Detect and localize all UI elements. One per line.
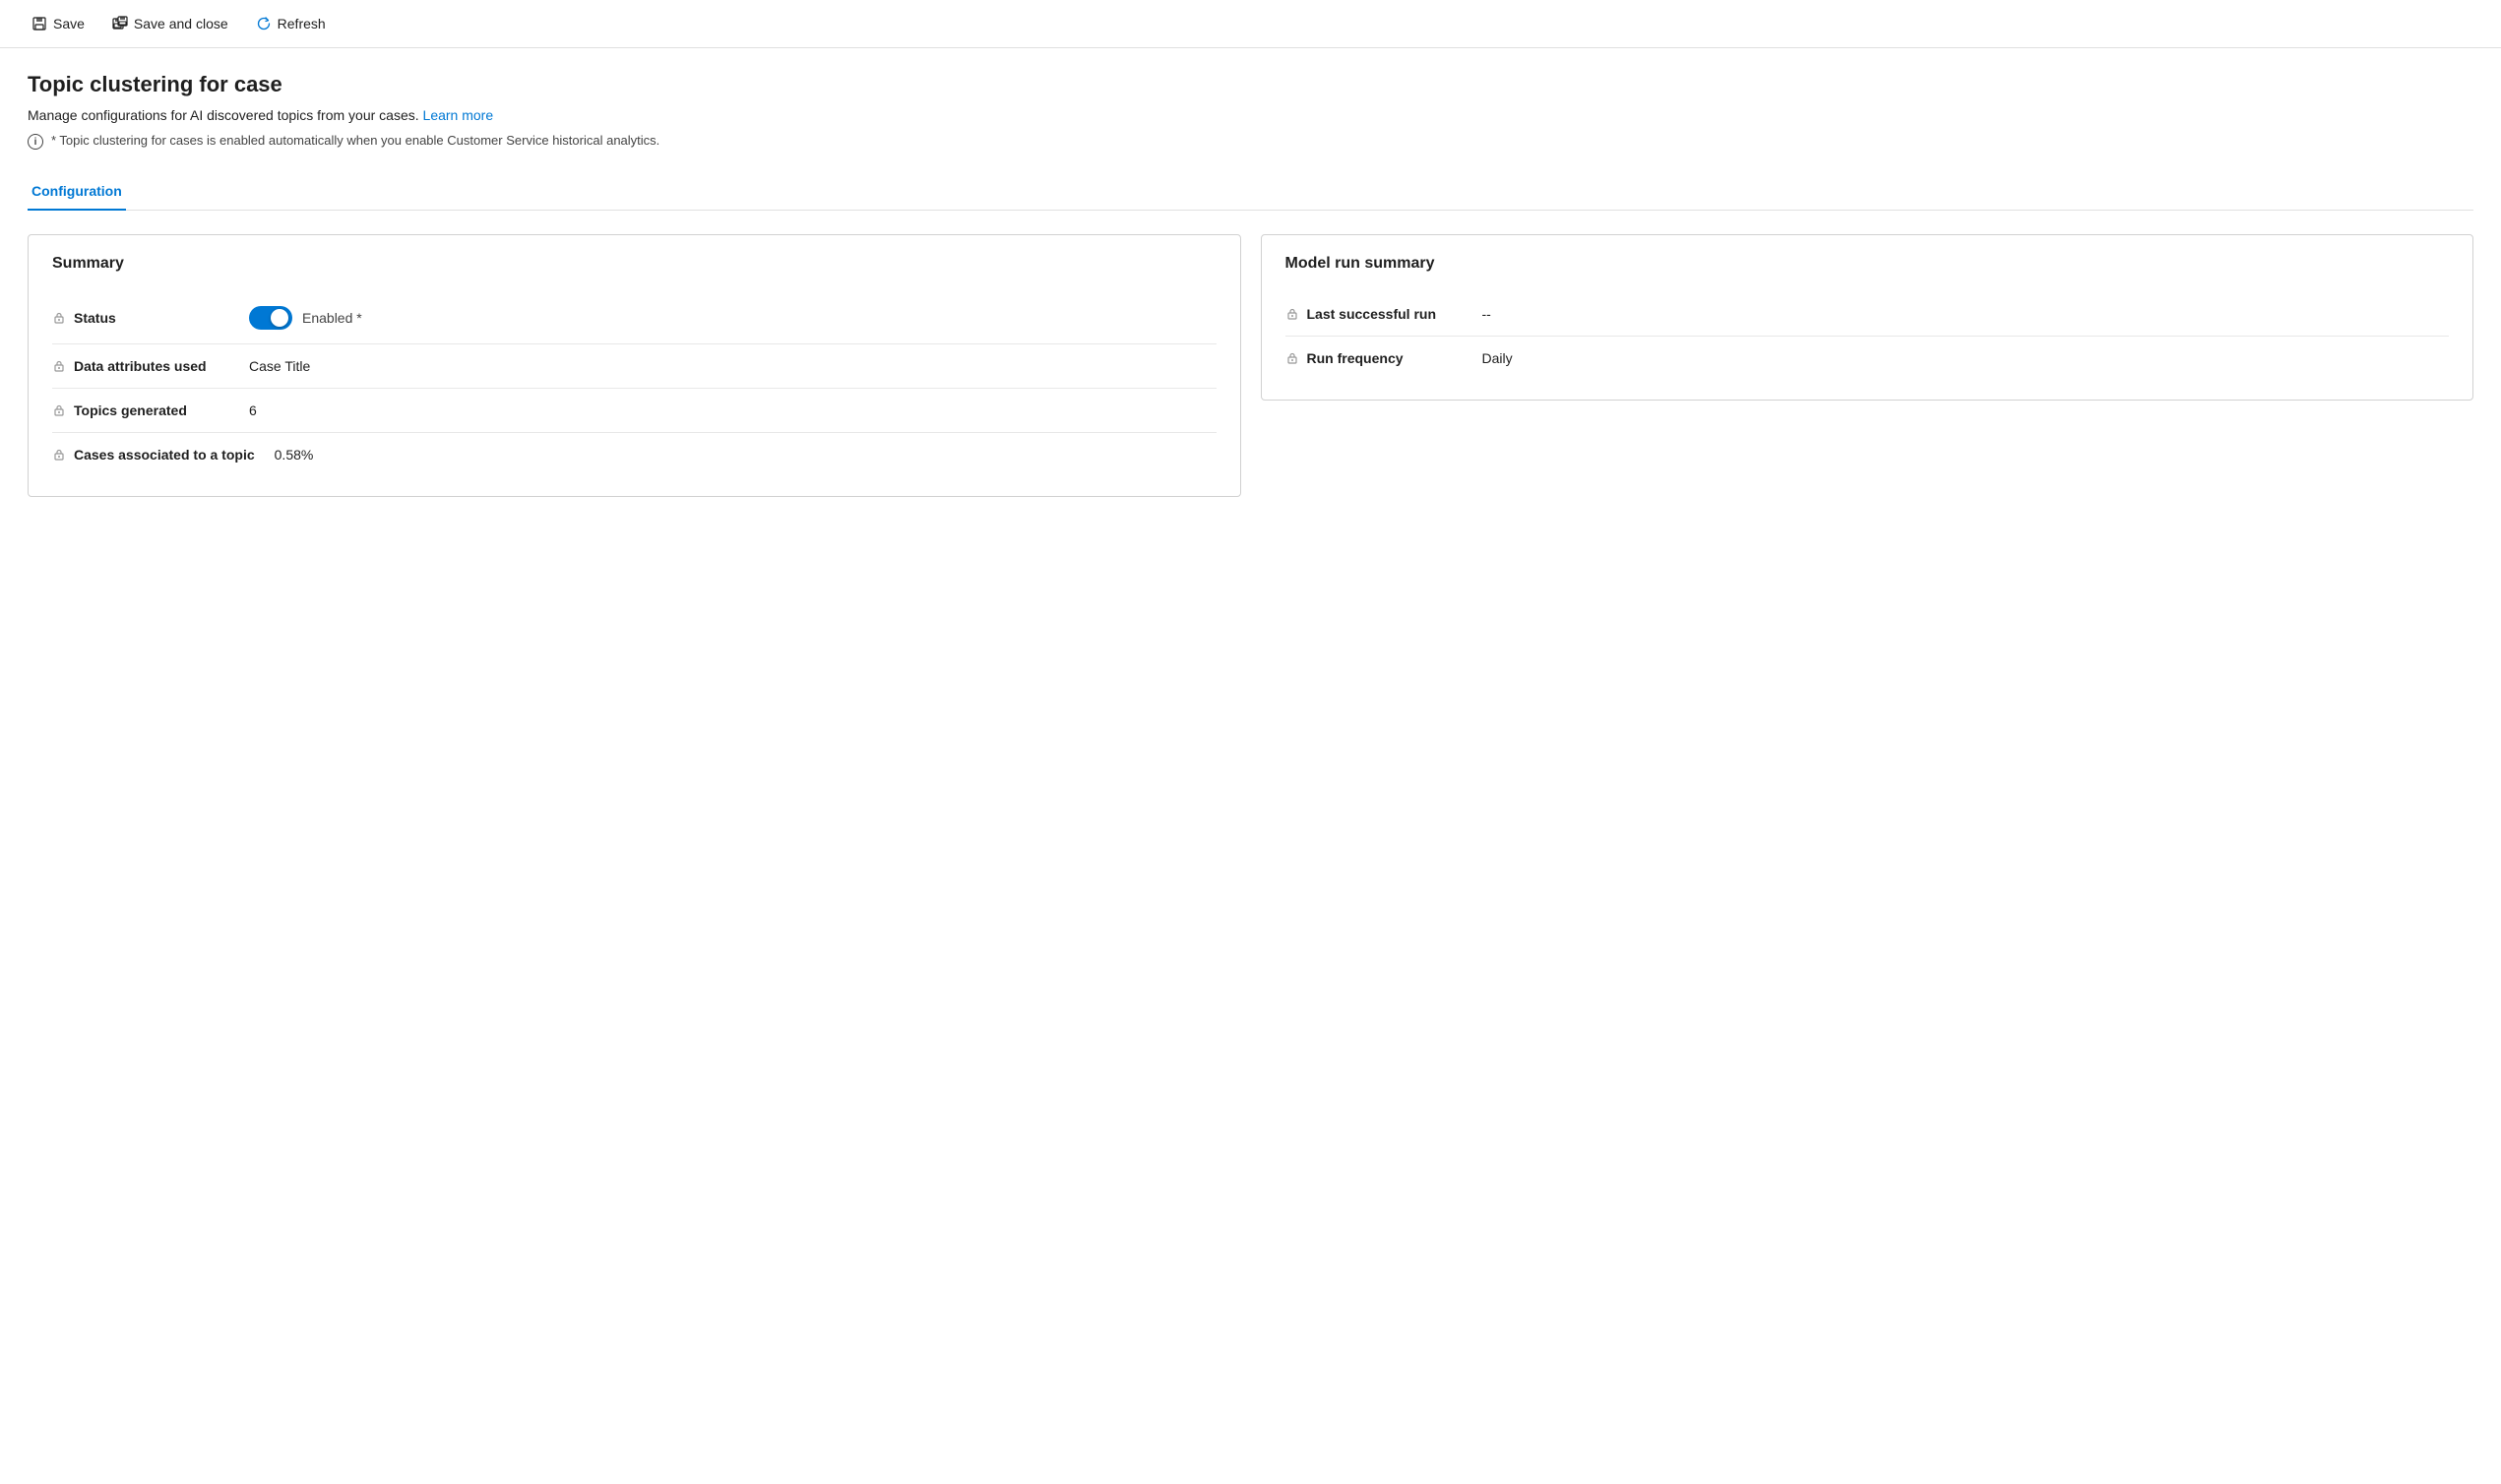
refresh-button[interactable]: Refresh	[244, 10, 338, 37]
model-run-card: Model run summary Last successful run --	[1261, 234, 2474, 401]
info-note-text: * Topic clustering for cases is enabled …	[51, 133, 659, 148]
last-run-field-label: Last successful run	[1307, 306, 1437, 322]
topics-generated-field-row: Topics generated 6	[52, 389, 1217, 433]
lock-icon-frequency	[1285, 351, 1299, 365]
cases-associated-field-row: Cases associated to a topic 0.58%	[52, 433, 1217, 476]
status-toggle[interactable]	[249, 306, 292, 330]
info-note: i * Topic clustering for cases is enable…	[28, 133, 2473, 150]
cards-row: Summary Status	[28, 234, 2473, 497]
lock-icon-topics	[52, 403, 66, 417]
status-toggle-wrapper: Enabled *	[249, 306, 362, 330]
save-close-icon	[112, 16, 128, 31]
page-description: Manage configurations for AI discovered …	[28, 107, 2473, 123]
save-icon	[31, 16, 47, 31]
tab-configuration-label: Configuration	[31, 183, 122, 199]
main-content: Topic clustering for case Manage configu…	[0, 48, 2501, 521]
cases-associated-value: 0.58%	[275, 447, 314, 463]
run-frequency-value: Daily	[1482, 350, 1513, 366]
topics-generated-value: 6	[249, 402, 257, 418]
refresh-label: Refresh	[278, 16, 326, 31]
run-frequency-field-row: Run frequency Daily	[1285, 337, 2450, 380]
lock-icon-last-run	[1285, 307, 1299, 321]
last-run-value: --	[1482, 306, 1491, 322]
save-close-label: Save and close	[134, 16, 228, 31]
learn-more-label: Learn more	[423, 107, 494, 123]
page-title: Topic clustering for case	[28, 72, 2473, 97]
description-text: Manage configurations for AI discovered …	[28, 107, 419, 123]
save-label: Save	[53, 16, 85, 31]
last-run-label: Last successful run	[1285, 306, 1463, 322]
model-run-card-title: Model run summary	[1285, 255, 2450, 273]
lock-icon-cases	[52, 448, 66, 462]
topics-generated-field-label: Topics generated	[74, 402, 187, 418]
summary-card-title: Summary	[52, 255, 1217, 273]
status-field-row: Status Enabled *	[52, 292, 1217, 344]
learn-more-link[interactable]: Learn more	[423, 107, 494, 123]
save-button[interactable]: Save	[20, 10, 96, 37]
info-icon: i	[28, 134, 43, 150]
toggle-thumb	[271, 309, 288, 327]
lock-icon-data-attributes	[52, 359, 66, 373]
cases-associated-label: Cases associated to a topic	[52, 447, 255, 463]
summary-card: Summary Status	[28, 234, 1241, 497]
cases-associated-field-label: Cases associated to a topic	[74, 447, 255, 463]
run-frequency-label: Run frequency	[1285, 350, 1463, 366]
tab-configuration[interactable]: Configuration	[28, 173, 126, 211]
toggle-track	[249, 306, 292, 330]
status-toggle-label: Enabled *	[302, 310, 362, 326]
last-run-field-row: Last successful run --	[1285, 292, 2450, 337]
status-field-label: Status	[74, 310, 116, 326]
refresh-icon	[256, 16, 272, 31]
save-close-button[interactable]: Save and close	[100, 10, 240, 37]
topics-generated-label: Topics generated	[52, 402, 229, 418]
data-attributes-field-label: Data attributes used	[74, 358, 207, 374]
toolbar: Save Save and close Refresh	[0, 0, 2501, 48]
data-attributes-value: Case Title	[249, 358, 310, 374]
data-attributes-label: Data attributes used	[52, 358, 229, 374]
data-attributes-field-row: Data attributes used Case Title	[52, 344, 1217, 389]
lock-icon-status	[52, 311, 66, 325]
run-frequency-field-label: Run frequency	[1307, 350, 1404, 366]
status-toggle-label-text: Enabled *	[302, 310, 362, 326]
status-label: Status	[52, 310, 229, 326]
tabs: Configuration	[28, 173, 2473, 211]
